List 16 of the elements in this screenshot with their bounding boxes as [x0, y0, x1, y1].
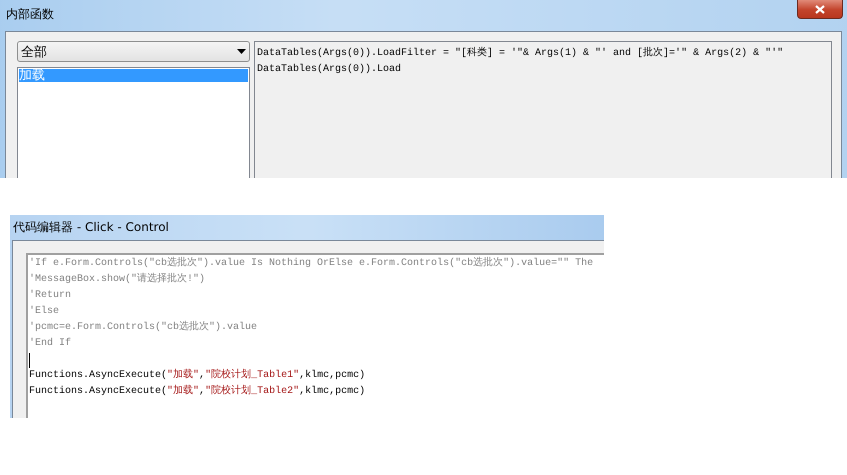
code-line: DataTables(Args(0)).Load: [257, 62, 402, 77]
code-line: DataTables(Args(0)).LoadFilter = "[科类] = '"& Args(1) & "' and [批次]='" & Args(2) & "'": [257, 46, 784, 61]
close-button[interactable]: [797, 0, 843, 19]
code-line: 'If e.Form.Controls("cb选批次").value Is Nothing OrElse e.Form.Controls("cb选批次").value="" The: [29, 256, 594, 271]
filter-dropdown[interactable]: 全部: [17, 41, 250, 62]
code-line: Functions.AsyncExecute("加载","院校计划_Table2",klmc,pcmc): [29, 384, 366, 399]
code-line: 'pcmc=e.Form.Controls("cb选批次").value: [29, 320, 258, 335]
code-line: 'Else: [29, 304, 60, 319]
close-icon: [815, 4, 825, 14]
window-title: 代码编辑器 - Click - Control: [13, 219, 169, 236]
dropdown-arrow-icon: [237, 49, 246, 54]
code-line: Functions.AsyncExecute("加载","院校计划_Table1",klmc,pcmc): [29, 368, 366, 383]
window-title: 内部函数: [6, 6, 54, 23]
code-line: 'Return: [29, 288, 72, 303]
code-line: 'End If: [29, 336, 72, 351]
code-line: 'MessageBox.show("请选择批次!"): [29, 272, 206, 287]
